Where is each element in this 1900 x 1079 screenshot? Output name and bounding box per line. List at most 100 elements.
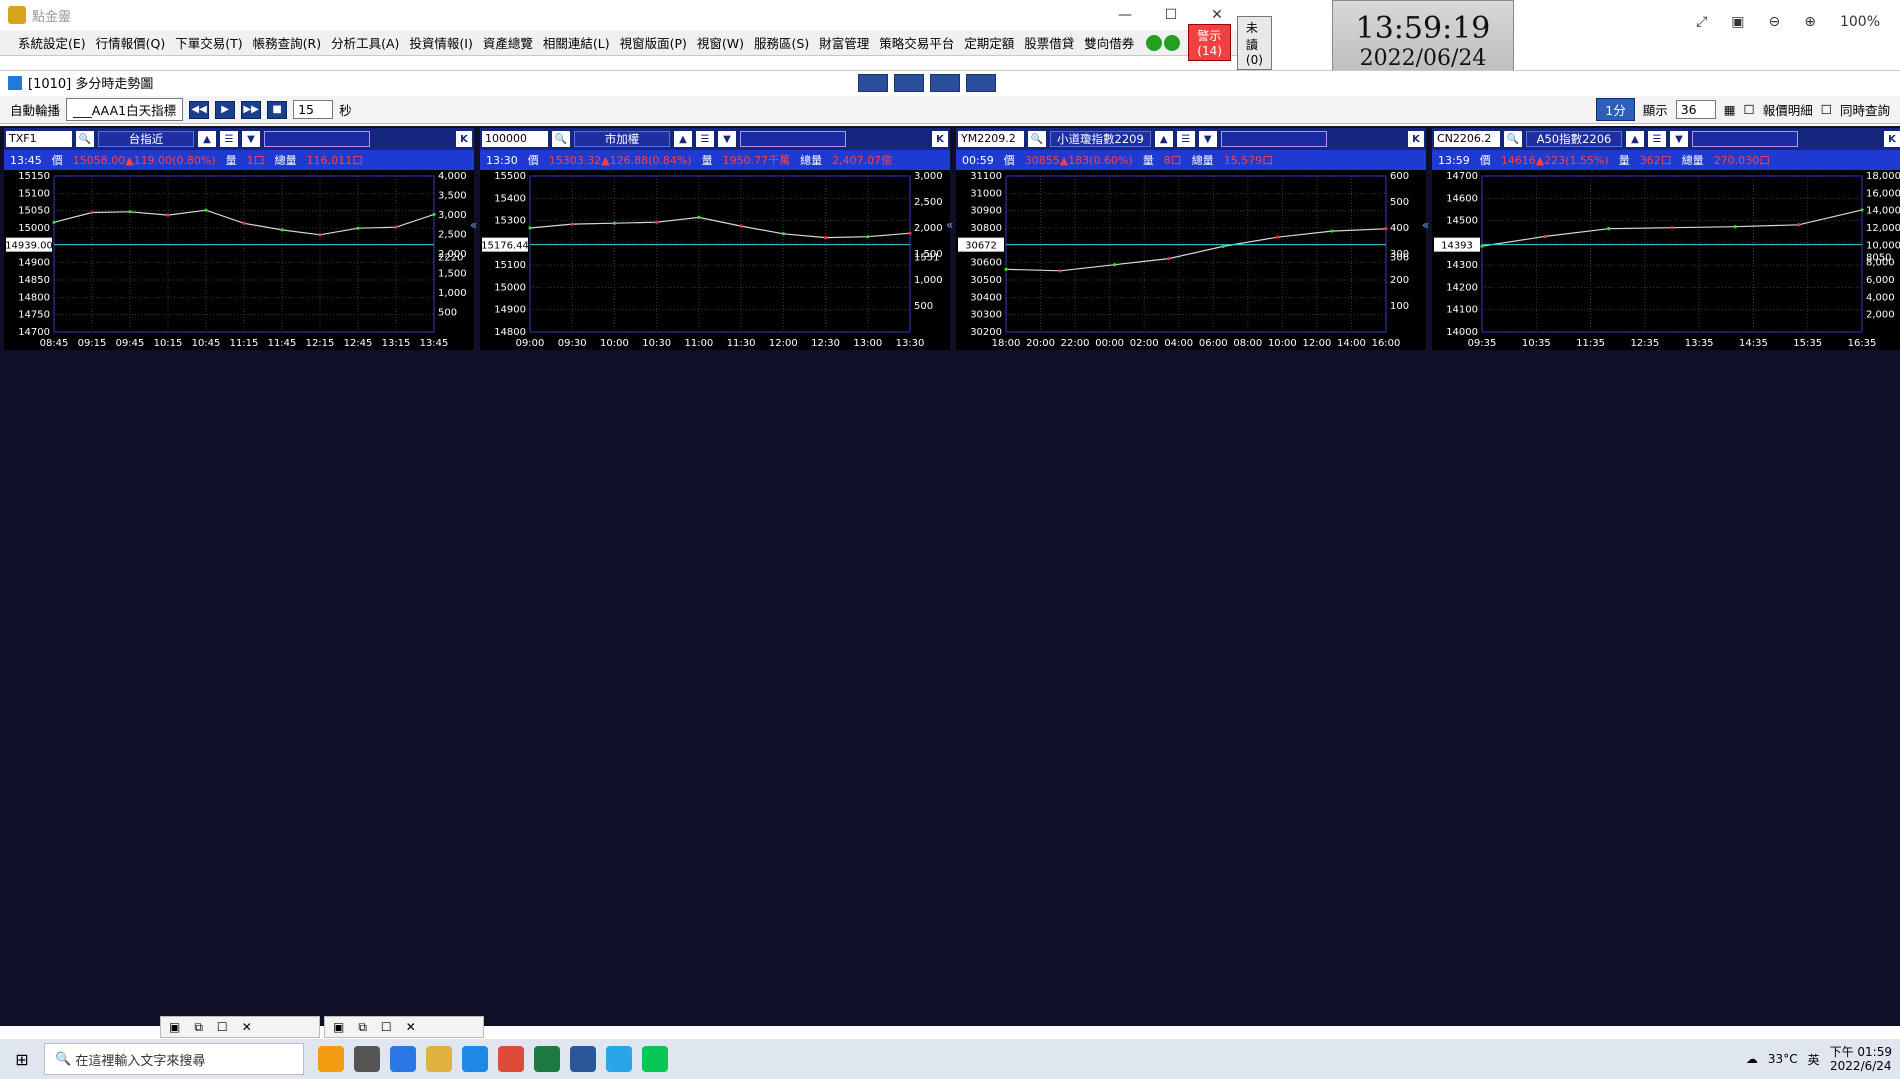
intraday-chart[interactable]: 1550015400153001520015100150001490014800… — [480, 170, 950, 350]
stop-button[interactable]: ■ — [267, 100, 288, 119]
search-icon[interactable]: 🔍 — [1504, 131, 1522, 147]
menu-item[interactable]: 視窗版面(P) — [616, 31, 691, 54]
menu-item[interactable]: 系統設定(E) — [14, 31, 90, 54]
zoom-out-icon[interactable]: ⊖ — [1769, 14, 1781, 30]
chevron-down-icon[interactable]: ▼ — [1198, 131, 1217, 147]
edge-icon[interactable] — [462, 1046, 488, 1072]
layout-button[interactable] — [858, 73, 888, 92]
intraday-chart[interactable]: 1515015100150501500014950149001485014800… — [4, 170, 474, 350]
chart-panel[interactable]: TXF1 🔍 台指近 ▲ ☰ ▼ K 13:45 價 15058.00▲119.00(0.80%)… — [4, 128, 474, 350]
folder-icon[interactable] — [426, 1046, 452, 1072]
menu-item[interactable]: 雙向借券 — [1080, 31, 1138, 54]
close-icon[interactable]: ✕ — [406, 1020, 416, 1034]
prev-button[interactable]: ◀◀ — [189, 100, 210, 119]
close-icon[interactable]: ✕ — [242, 1020, 252, 1034]
quote-detail-checkbox[interactable]: ☐ — [1744, 102, 1755, 117]
taskbar-search[interactable]: 🔍 在這裡輸入文字來搜尋 — [44, 1043, 304, 1075]
menu-item[interactable]: 分析工具(A) — [327, 31, 403, 54]
k-chart-button[interactable]: K — [1408, 131, 1424, 147]
menu-item[interactable]: 投資情報(I) — [405, 31, 476, 54]
timeframe-select[interactable]: 1分 — [1596, 98, 1635, 121]
symbol-select[interactable]: TXF1 — [6, 131, 72, 147]
next-button[interactable]: ▶▶ — [241, 100, 262, 119]
menu-item[interactable]: 下單交易(T) — [171, 31, 246, 54]
maximize-button[interactable]: ☐ — [1148, 0, 1194, 30]
minimized-window[interactable]: ▣ ⧉ ☐ ✕ — [324, 1016, 484, 1038]
chevron-down-icon[interactable]: ▼ — [718, 131, 736, 147]
collapse-arrow-icon[interactable]: « — [1422, 218, 1432, 258]
up-arrow-icon[interactable]: ▲ — [674, 131, 692, 147]
screen-icon[interactable]: ▣ — [1731, 14, 1744, 30]
display-input[interactable]: 36 — [1675, 100, 1716, 119]
layout-button[interactable] — [894, 73, 924, 92]
symbol-select[interactable]: YM2209.2 — [958, 131, 1024, 147]
list-icon[interactable]: ☰ — [696, 131, 714, 147]
start-button[interactable]: ⊞ — [0, 1039, 44, 1079]
taskbar-app-icon[interactable] — [354, 1046, 380, 1072]
warning-button[interactable]: 警示(14) — [1188, 24, 1231, 61]
chevron-down-icon[interactable]: ▼ — [242, 131, 260, 147]
k-chart-button[interactable]: K — [1884, 131, 1900, 147]
list-icon[interactable]: ☰ — [1648, 131, 1666, 147]
excel-icon[interactable] — [534, 1046, 560, 1072]
chrome-icon[interactable] — [498, 1046, 524, 1072]
menu-item[interactable]: 視窗(W) — [693, 31, 748, 54]
chevron-down-icon[interactable]: ▼ — [1670, 131, 1688, 147]
menu-item[interactable]: 帳務查詢(R) — [249, 31, 325, 54]
weather-icon[interactable]: ☁ — [1746, 1052, 1758, 1066]
symbol-select[interactable]: CN2206.2 — [1434, 131, 1500, 147]
ime-indicator[interactable]: 英 — [1808, 1051, 1820, 1068]
menu-item[interactable]: 定期定額 — [960, 31, 1018, 54]
intraday-chart[interactable]: 3110031000309003080030700306003050030400… — [956, 170, 1426, 350]
taskbar-clock[interactable]: 下午 01:59 2022/6/24 — [1830, 1045, 1892, 1073]
interval-input[interactable]: 15 — [293, 100, 334, 119]
minimize-button[interactable]: — — [1102, 0, 1148, 30]
zoom-in-icon[interactable]: ⊕ — [1804, 14, 1816, 30]
auto-rotate-select[interactable]: ___AAA1白天指標 — [66, 98, 184, 121]
collapse-arrow-icon[interactable]: « — [946, 218, 956, 258]
help-button[interactable] — [966, 73, 996, 92]
list-icon[interactable]: ☰ — [220, 131, 238, 147]
taskbar-app-icon[interactable] — [318, 1046, 344, 1072]
intraday-chart[interactable]: 1470014600145001440014300142001410014000… — [1432, 170, 1900, 350]
k-chart-button[interactable]: K — [932, 131, 948, 147]
menu-item[interactable]: 財富管理 — [815, 31, 873, 54]
x-tick-label: 18:00 — [992, 338, 1021, 349]
chart-panel[interactable]: 100000 🔍 市加權 ▲ ☰ ▼ K 13:30 價 15303.32▲126.88(0.84… — [480, 128, 950, 350]
collapse-arrow-icon[interactable]: « — [470, 218, 480, 258]
maximize-icon[interactable]: ☐ — [217, 1020, 228, 1034]
search-icon[interactable]: 🔍 — [552, 131, 570, 147]
line-icon[interactable] — [642, 1046, 668, 1072]
restore-icon[interactable]: ⧉ — [194, 1020, 203, 1035]
up-arrow-icon[interactable]: ▲ — [198, 131, 216, 147]
expand-icon[interactable]: ⤢ — [1696, 14, 1707, 30]
word-icon[interactable] — [570, 1046, 596, 1072]
x-tick-label: 10:30 — [642, 338, 671, 349]
up-arrow-icon[interactable]: ▲ — [1154, 131, 1173, 147]
taskbar-app-icon[interactable] — [390, 1046, 416, 1072]
restore-icon[interactable]: ⧉ — [358, 1020, 367, 1035]
menu-item[interactable]: 股票借貸 — [1020, 31, 1078, 54]
telegram-icon[interactable] — [606, 1046, 632, 1072]
search-icon[interactable]: 🔍 — [1028, 131, 1046, 147]
list-icon[interactable]: ☰ — [1176, 131, 1195, 147]
maximize-icon[interactable]: ☐ — [381, 1020, 392, 1034]
menu-item[interactable]: 服務區(S) — [750, 31, 813, 54]
k-chart-button[interactable]: K — [456, 131, 472, 147]
menu-item[interactable]: 資產總覽 — [479, 31, 537, 54]
minimized-window[interactable]: ▣ ⧉ ☐ ✕ — [160, 1016, 320, 1038]
symbol-select[interactable]: 100000 — [482, 131, 548, 147]
menu-item[interactable]: 相關連結(L) — [539, 31, 614, 54]
simultaneous-query-checkbox[interactable]: ☐ — [1821, 102, 1832, 117]
menu-item[interactable]: 行情報價(Q) — [92, 31, 170, 54]
chart-panel[interactable]: CN2206.2 🔍 A50指數2206 ▲ ☰ ▼ K 13:59 價 14616▲223(1.… — [1432, 128, 1900, 350]
chart-panel[interactable]: YM2209.2 🔍 小道瓊指數2209 ▲ ☰ ▼ K 00:59 價 30855▲183(0.… — [956, 128, 1426, 350]
grid-icon[interactable]: ▦ — [1724, 102, 1736, 117]
up-arrow-icon[interactable]: ▲ — [1626, 131, 1644, 147]
search-icon[interactable]: 🔍 — [76, 131, 94, 147]
menu-item[interactable]: 策略交易平台 — [875, 31, 958, 54]
play-button[interactable]: ▶ — [215, 100, 236, 119]
layout-button[interactable] — [930, 73, 960, 92]
unread-button[interactable]: 未讀(0) — [1236, 15, 1272, 70]
price-point — [612, 221, 617, 225]
